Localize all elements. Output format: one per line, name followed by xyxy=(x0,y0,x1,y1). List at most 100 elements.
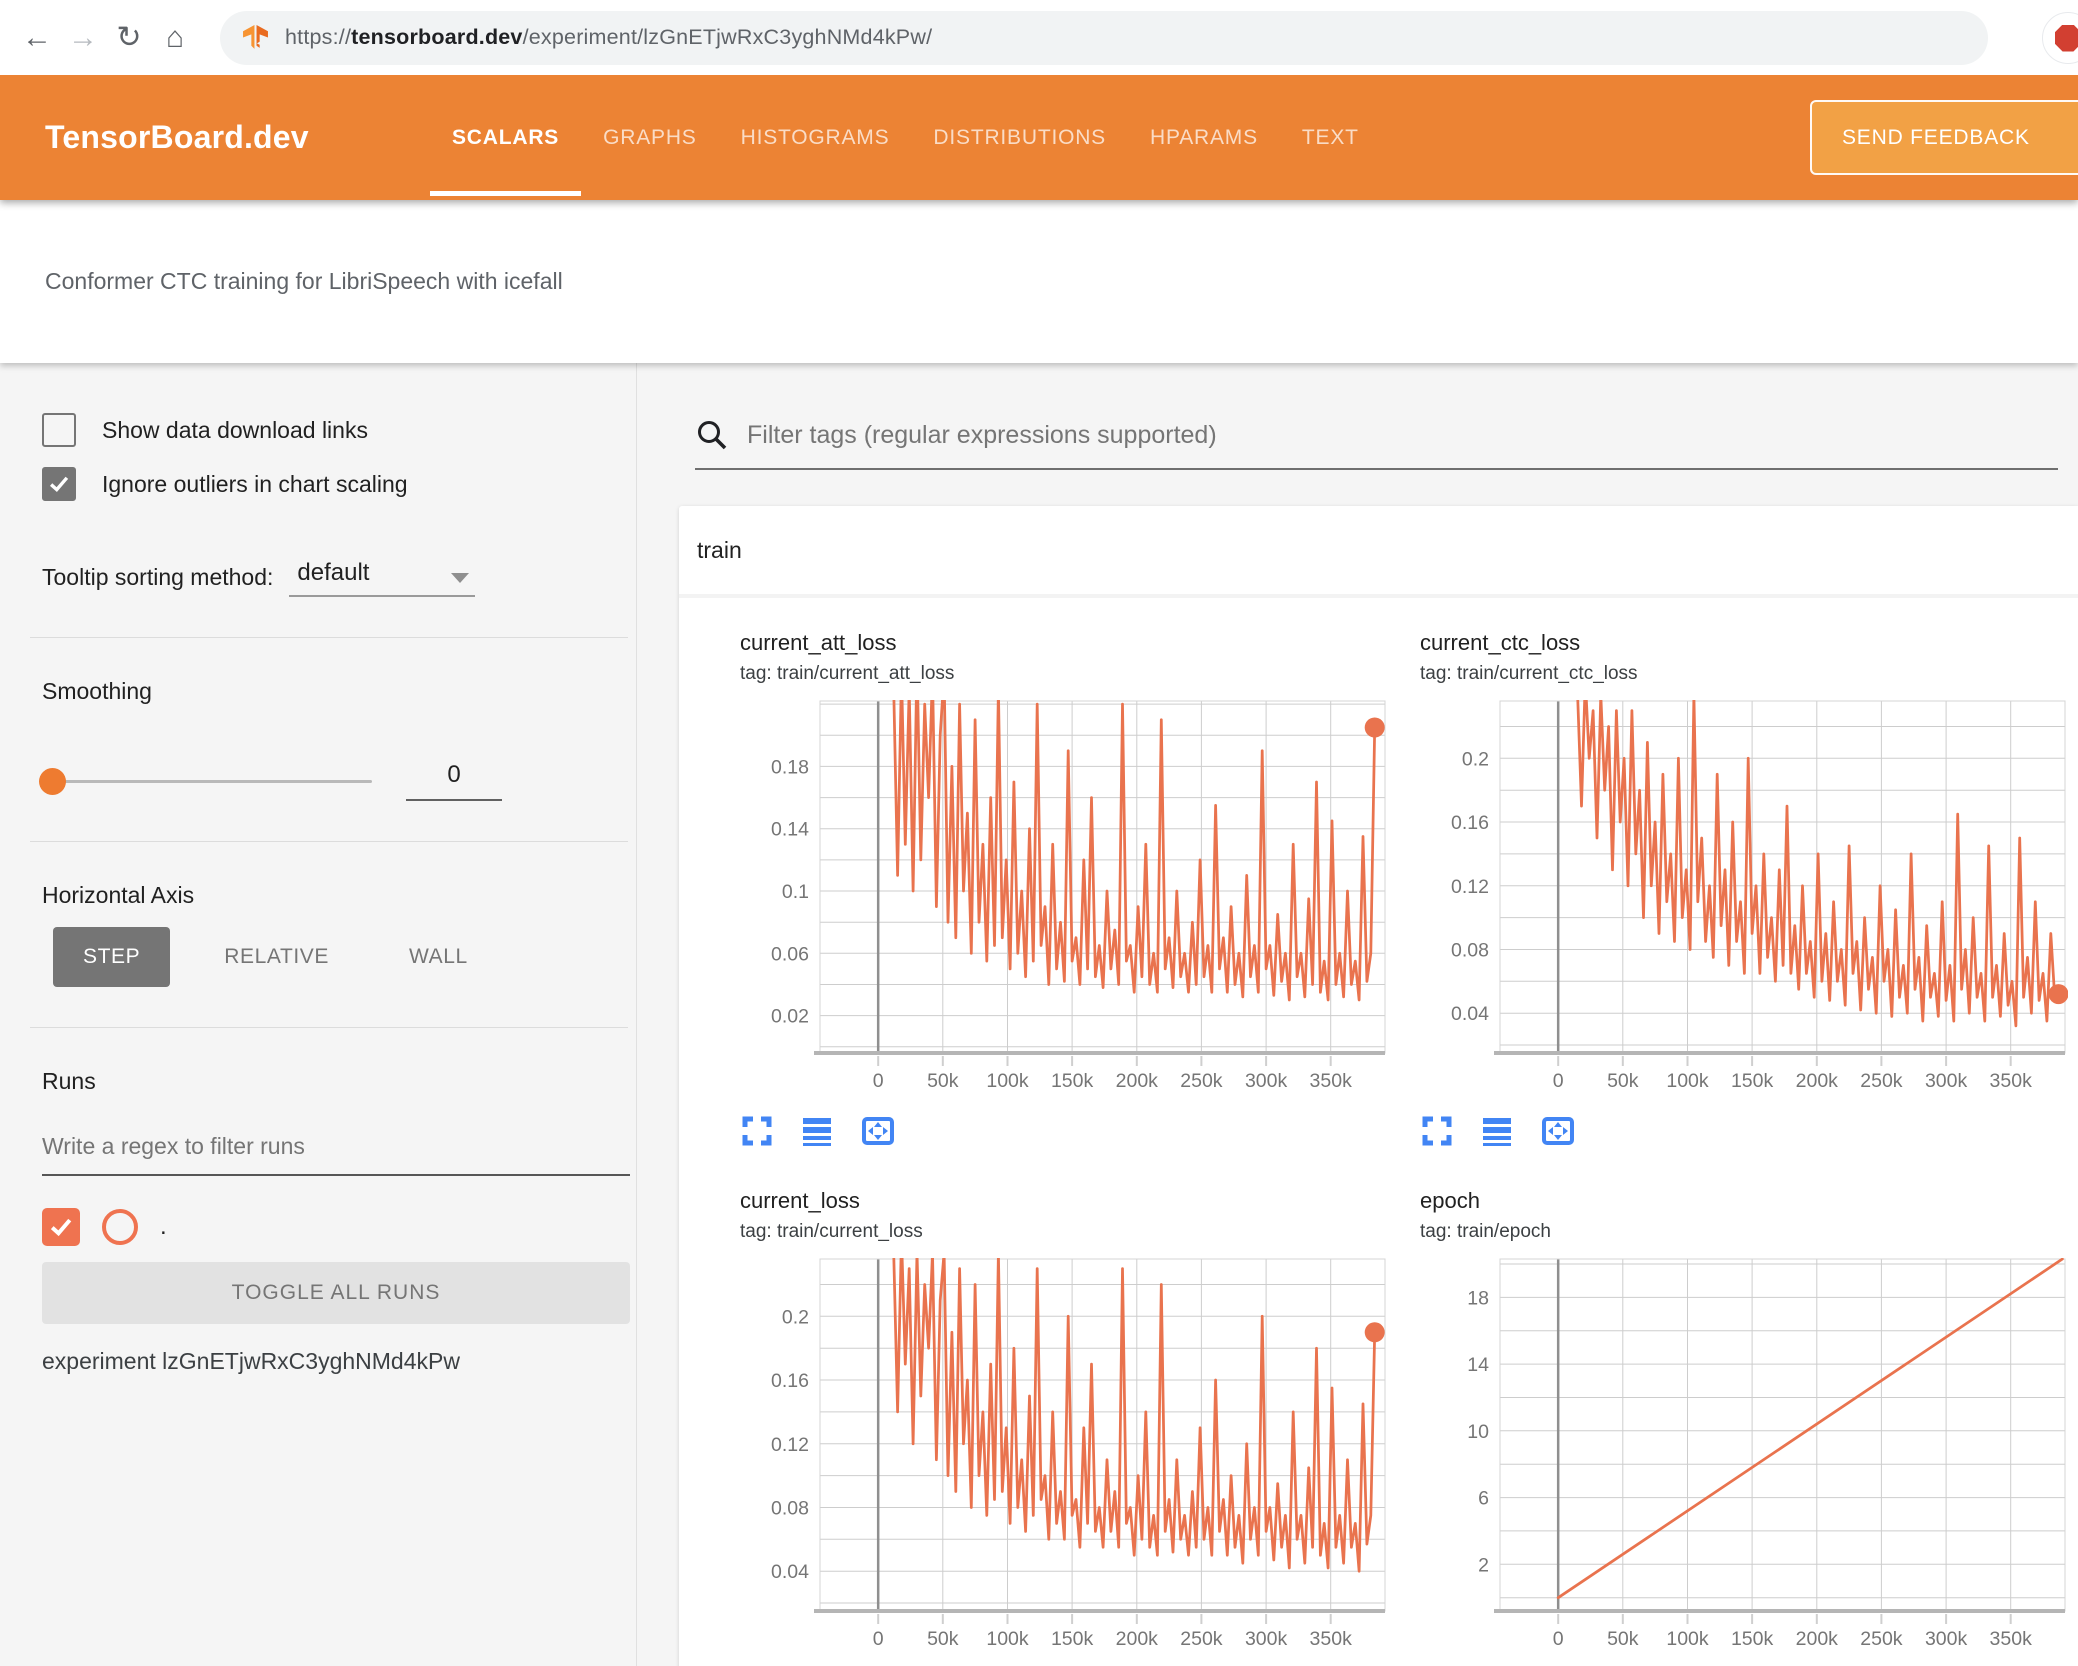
axis-relative-button[interactable]: RELATIVE xyxy=(198,927,355,987)
svg-text:50k: 50k xyxy=(927,1070,959,1091)
svg-text:0: 0 xyxy=(1553,1070,1564,1091)
svg-text:100k: 100k xyxy=(986,1070,1029,1091)
svg-text:350k: 350k xyxy=(1310,1070,1353,1091)
home-icon[interactable]: ⌂ xyxy=(152,21,198,55)
svg-text:0.12: 0.12 xyxy=(1451,876,1489,898)
svg-text:14: 14 xyxy=(1467,1354,1489,1376)
smoothing-slider-thumb[interactable] xyxy=(39,767,66,795)
forward-icon[interactable]: → xyxy=(60,21,106,55)
experiment-title: Conformer CTC training for LibriSpeech w… xyxy=(45,268,563,294)
svg-text:0: 0 xyxy=(873,1070,884,1091)
horizontal-axis-toggle: STEP RELATIVE WALL xyxy=(53,927,636,987)
chart-card-current-loss: current_loss tag: train/current_loss 0 50… xyxy=(740,1188,1395,1654)
runs-filter-input[interactable]: Write a regex to filter runs xyxy=(42,1133,630,1176)
chart-plot[interactable]: 0 50k 100k 150k 200k 250k 300k 350k 0.2 0.16 0.12 0… xyxy=(740,1257,1395,1654)
check-icon xyxy=(50,1218,72,1237)
app-logo: TensorBoard.dev xyxy=(45,119,309,155)
runs-label: Runs xyxy=(42,1068,96,1094)
runs-filter-placeholder: Write a regex to filter runs xyxy=(42,1133,305,1159)
main-area: Filter tags (regular expressions support… xyxy=(637,363,2078,1666)
url-domain: tensorboard.dev xyxy=(351,25,523,49)
svg-text:200k: 200k xyxy=(1116,1628,1159,1649)
svg-text:0.1: 0.1 xyxy=(782,881,809,903)
svg-text:0.06: 0.06 xyxy=(771,943,809,965)
chart-tag: tag: train/current_att_loss xyxy=(740,663,955,684)
svg-text:0.14: 0.14 xyxy=(771,819,809,841)
octagon-badge xyxy=(2054,24,2078,52)
filter-tags-placeholder: Filter tags (regular expressions support… xyxy=(747,420,1217,449)
nav-tabs: SCALARS GRAPHS HISTOGRAMS DISTRIBUTIONS … xyxy=(430,75,1381,200)
log-scale-icon[interactable] xyxy=(800,1114,834,1148)
toggle-all-runs-button[interactable]: TOGGLE ALL RUNS xyxy=(42,1262,630,1324)
svg-text:250k: 250k xyxy=(1180,1628,1223,1649)
svg-text:0.04: 0.04 xyxy=(1451,1003,1489,1025)
svg-text:150k: 150k xyxy=(1051,1628,1094,1649)
tooltip-sorting-value: default xyxy=(297,559,370,586)
url-bar[interactable]: https://tensorboard.dev/experiment/lzGnE… xyxy=(220,10,1988,65)
train-card: train current_att_loss tag: train/curren… xyxy=(679,506,2078,1666)
svg-text:300k: 300k xyxy=(1925,1628,1968,1649)
reload-icon[interactable]: ↻ xyxy=(106,20,152,55)
svg-text:350k: 350k xyxy=(1310,1628,1353,1649)
divider xyxy=(30,637,628,638)
chart-title: epoch xyxy=(1420,1188,1480,1213)
svg-text:6: 6 xyxy=(1478,1488,1489,1510)
tooltip-sorting-select[interactable]: default xyxy=(289,557,476,597)
fullscreen-icon[interactable] xyxy=(740,1114,774,1148)
log-scale-icon[interactable] xyxy=(1480,1114,1514,1148)
url-text: https://tensorboard.dev/experiment/lzGnE… xyxy=(285,25,932,50)
back-icon[interactable]: ← xyxy=(14,21,60,55)
tab-distributions[interactable]: DISTRIBUTIONS xyxy=(911,75,1128,200)
svg-text:250k: 250k xyxy=(1860,1070,1903,1091)
svg-text:0.16: 0.16 xyxy=(771,1370,809,1392)
chart-plot[interactable]: 0 50k 100k 150k 200k 250k 300k 350k 0.2 0.16 0.12 0… xyxy=(1420,699,2075,1096)
svg-text:50k: 50k xyxy=(927,1628,959,1649)
tab-graphs[interactable]: GRAPHS xyxy=(581,75,719,200)
tab-scalars[interactable]: SCALARS xyxy=(430,75,582,200)
svg-text:150k: 150k xyxy=(1051,1070,1094,1091)
axis-step-button[interactable]: STEP xyxy=(53,927,171,987)
adblock-extension-icon[interactable] xyxy=(2042,12,2078,64)
svg-text:100k: 100k xyxy=(986,1628,1029,1649)
chart-title: current_loss xyxy=(740,1188,860,1213)
ignore-outliers-checkbox[interactable] xyxy=(42,467,76,501)
url-scheme: https:// xyxy=(285,25,352,49)
svg-text:250k: 250k xyxy=(1180,1070,1223,1091)
chart-card-current-att-loss: current_att_loss tag: train/current_att_… xyxy=(740,630,1395,1148)
svg-text:150k: 150k xyxy=(1731,1070,1774,1091)
filter-tags-field[interactable]: Filter tags (regular expressions support… xyxy=(695,418,2058,470)
chevron-down-icon xyxy=(451,573,470,583)
axis-wall-button[interactable]: WALL xyxy=(383,927,494,987)
svg-text:0.2: 0.2 xyxy=(1462,748,1489,770)
chart-toolbar xyxy=(1420,1114,2075,1148)
svg-text:350k: 350k xyxy=(1990,1070,2033,1091)
svg-text:250k: 250k xyxy=(1860,1628,1903,1649)
section-title: train xyxy=(697,536,742,563)
ignore-outliers-label: Ignore outliers in chart scaling xyxy=(102,470,408,497)
chart-toolbar xyxy=(740,1114,1395,1148)
section-header-train[interactable]: train xyxy=(679,506,2078,598)
fit-domain-icon[interactable] xyxy=(1540,1114,1576,1148)
fullscreen-icon[interactable] xyxy=(1420,1114,1454,1148)
fit-domain-icon[interactable] xyxy=(860,1114,896,1148)
chart-plot[interactable]: 0 50k 100k 150k 200k 250k 300k 350k 18 14 10 6 2 xyxy=(1420,1257,2075,1654)
tab-hparams[interactable]: HPARAMS xyxy=(1128,75,1280,200)
tensorboard-favicon xyxy=(243,25,268,49)
tab-histograms[interactable]: HISTOGRAMS xyxy=(719,75,912,200)
chart-title: current_ctc_loss xyxy=(1420,630,1581,655)
show-download-links-checkbox[interactable] xyxy=(42,413,76,447)
svg-text:50k: 50k xyxy=(1607,1628,1639,1649)
charts-grid: current_att_loss tag: train/current_att_… xyxy=(679,598,2078,1654)
send-feedback-button[interactable]: SEND FEEDBACK xyxy=(1810,100,2078,175)
chart-plot[interactable]: 0 50k 100k 150k 200k 250k 300k 350k 0.18 0.14 0.1 0… xyxy=(740,699,1395,1096)
smoothing-value[interactable]: 0 xyxy=(406,761,502,801)
browser-chrome: ← → ↻ ⌂ https://tensorboard.dev/experime… xyxy=(0,0,2078,75)
run-checkbox[interactable] xyxy=(42,1208,80,1246)
run-row: . xyxy=(42,1208,636,1246)
chart-title: current_att_loss xyxy=(740,630,897,655)
smoothing-slider[interactable] xyxy=(39,767,372,795)
svg-text:0.16: 0.16 xyxy=(1451,812,1489,834)
svg-text:300k: 300k xyxy=(1245,1628,1288,1649)
tab-text[interactable]: TEXT xyxy=(1280,75,1381,200)
svg-text:0.02: 0.02 xyxy=(771,1006,809,1028)
